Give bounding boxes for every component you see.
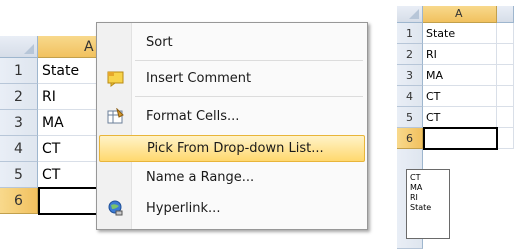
column-header-label: A [455,7,463,20]
dropdown-option[interactable]: RI [407,193,449,203]
row-number: 2 [406,48,413,61]
menu-item-label: Hyperlink... [146,201,221,216]
menu-item-pick-from-drop-down-list[interactable]: Pick From Drop-down List... [99,135,365,162]
cell-b[interactable] [497,23,514,44]
row-header[interactable]: 2 [0,84,38,110]
row-number: 4 [406,90,413,103]
row-number: 4 [14,141,23,157]
row-number: 5 [14,167,23,183]
cell-a5[interactable]: CT [423,107,497,128]
row-number: 1 [14,63,23,79]
cell-value: MA [42,115,64,131]
menu-item-label: Format Cells... [146,109,240,124]
active-cell-border [423,127,498,150]
dropdown-option[interactable]: MA [407,183,449,193]
cell-value: CT [426,111,441,124]
row-header[interactable]: 6 [0,188,38,214]
menu-separator [135,96,363,97]
comment-icon [107,70,125,87]
row-number: 2 [14,89,23,105]
row-header[interactable]: 1 [0,58,38,84]
menu-item-format-cells[interactable]: Format Cells... [99,103,365,130]
cell-value: State [42,63,80,79]
menu-item-sort[interactable]: Sort [99,29,365,56]
row-header[interactable]: 3 [397,65,423,86]
menu-item-label: Pick From Drop-down List... [147,141,324,156]
row-header[interactable]: 1 [397,23,423,44]
row-number: 6 [14,193,23,209]
right-spreadsheet: A 1 State 2 RI 3 MA 4 CT 5 CT 6 CT MA RI… [397,6,514,249]
cell-value: CT [426,90,441,103]
cell-value: CT [42,167,61,183]
row-number: 6 [406,132,413,145]
menu-item-label: Name a Range... [146,170,255,185]
cell-b[interactable] [497,86,514,107]
column-header-label: A [84,39,94,55]
cell-a3[interactable]: MA [423,65,497,86]
menu-item-name-a-range[interactable]: Name a Range... [99,164,365,191]
cell-b[interactable] [497,128,514,149]
menu-item-label: Sort [146,35,173,50]
menu-item-insert-comment[interactable]: Insert Comment [99,65,365,92]
cell-value: RI [42,89,56,105]
menu-item-hyperlink[interactable]: Hyperlink... [99,195,365,222]
menu-separator [135,60,363,61]
cell-a1[interactable]: State [423,23,497,44]
cell-value: MA [426,69,444,82]
row-header[interactable]: 3 [0,110,38,136]
select-all-corner[interactable] [397,6,423,23]
row-number: 5 [406,111,413,124]
row-header[interactable]: 4 [397,86,423,107]
cell-a4[interactable]: CT [423,86,497,107]
column-header-a[interactable]: A [423,6,497,23]
cell-value: RI [426,48,437,61]
dropdown-list[interactable]: CT MA RI State [406,169,450,239]
cell-a2[interactable]: RI [423,44,497,65]
row-header[interactable]: 2 [397,44,423,65]
hyperlink-icon [107,200,125,217]
cell-value: CT [42,141,61,157]
row-header[interactable]: 5 [0,162,38,188]
context-menu: Sort Insert Comment Format Cells... Pick… [96,22,368,230]
dropdown-option[interactable]: CT [407,173,449,183]
menu-item-label: Insert Comment [146,71,252,86]
row-number: 3 [406,69,413,82]
row-number: 3 [14,115,23,131]
format-cells-icon [107,107,125,125]
row-number: 1 [406,27,413,40]
select-all-corner[interactable] [0,36,38,58]
row-header[interactable]: 5 [397,107,423,128]
cell-b[interactable] [497,65,514,86]
dropdown-option[interactable]: State [407,203,449,213]
column-header-b[interactable] [497,6,514,23]
cell-b[interactable] [497,44,514,65]
cell-b[interactable] [497,107,514,128]
row-header[interactable]: 4 [0,136,38,162]
cell-value: State [426,27,456,40]
row-header[interactable]: 6 [397,128,423,149]
